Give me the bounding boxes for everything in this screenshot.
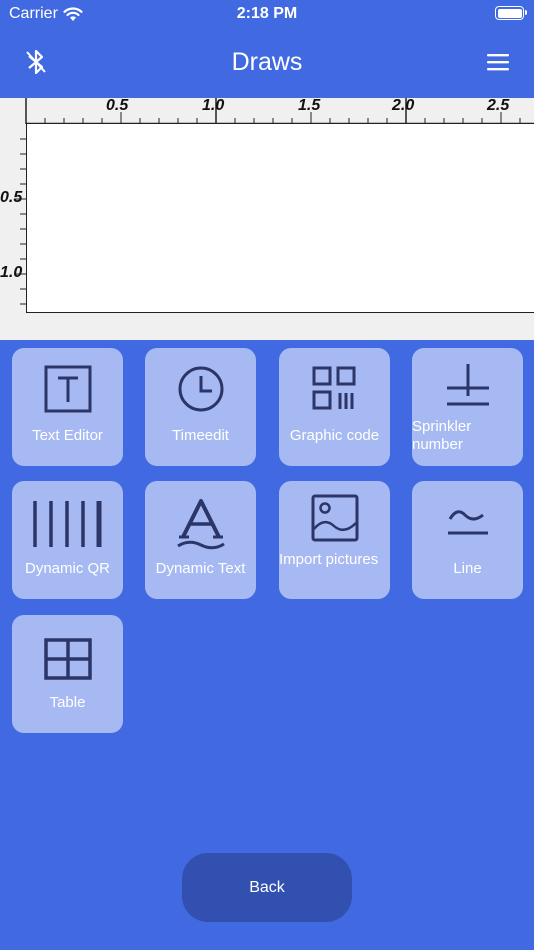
- battery-icon: [495, 6, 527, 20]
- clock-icon: [178, 366, 223, 412]
- dynamic-text-icon: [176, 499, 225, 550]
- back-button[interactable]: Back: [182, 853, 352, 922]
- ruler-top-label: 2.5: [487, 98, 510, 114]
- tool-label: Dynamic Text: [155, 560, 246, 577]
- tool-label: Table: [49, 694, 86, 711]
- battery-level: [497, 8, 522, 18]
- tool-text-editor[interactable]: Text Editor: [12, 348, 123, 466]
- tool-label: Graphic code: [289, 427, 380, 444]
- menu-icon[interactable]: [486, 52, 510, 72]
- tool-dynamic-qr[interactable]: Dynamic QR: [12, 481, 123, 599]
- tool-label: Line: [453, 560, 482, 577]
- tool-sprinkler-number[interactable]: Sprinkler number: [412, 348, 523, 466]
- tool-label: Dynamic QR: [24, 560, 110, 577]
- qr-code-icon: [312, 366, 355, 410]
- tool-label: Import pictures: [279, 551, 379, 568]
- tool-timeedit[interactable]: Timeedit: [145, 348, 256, 466]
- ruler-left: [14, 138, 26, 305]
- ruler-top-label: 1.0: [202, 98, 225, 114]
- ruler-top-label: 0.5: [106, 98, 129, 114]
- ruler-left-label: 0.5: [0, 189, 23, 206]
- tool-label: Text Editor: [32, 427, 103, 444]
- ruler-top-label: 1.5: [298, 98, 321, 114]
- tool-label: Timeedit: [172, 427, 229, 444]
- line-icon: [447, 510, 488, 535]
- tool-table[interactable]: Table: [12, 615, 123, 733]
- page-title: Draws: [231, 48, 303, 76]
- ruler-top: [25, 98, 534, 124]
- image-icon: [311, 494, 358, 542]
- ruler-top-label: 2.0: [392, 98, 415, 114]
- status-time: 2:18 PM: [236, 5, 298, 22]
- canvas-area: 0.5 1.0 1.5 2.0 2.5 0.5 1.0: [0, 98, 534, 340]
- status-bar: Carrier 2:18 PM: [0, 0, 534, 28]
- drawing-board[interactable]: [26, 124, 534, 313]
- tool-line[interactable]: Line: [412, 481, 523, 599]
- ruler-left-label: 1.0: [0, 264, 23, 281]
- barcode-icon: [32, 501, 101, 547]
- tool-import-pictures[interactable]: Import pictures: [279, 481, 390, 599]
- tool-graphic-code[interactable]: Graphic code: [279, 348, 390, 466]
- table-icon: [43, 638, 92, 680]
- tool-dynamic-text[interactable]: Dynamic Text: [145, 481, 256, 599]
- sprinkler-number-icon: [446, 364, 489, 406]
- nav-bar: Draws: [0, 36, 534, 90]
- text-editor-icon: [44, 365, 91, 413]
- tool-label: Sprinkler number: [412, 418, 472, 453]
